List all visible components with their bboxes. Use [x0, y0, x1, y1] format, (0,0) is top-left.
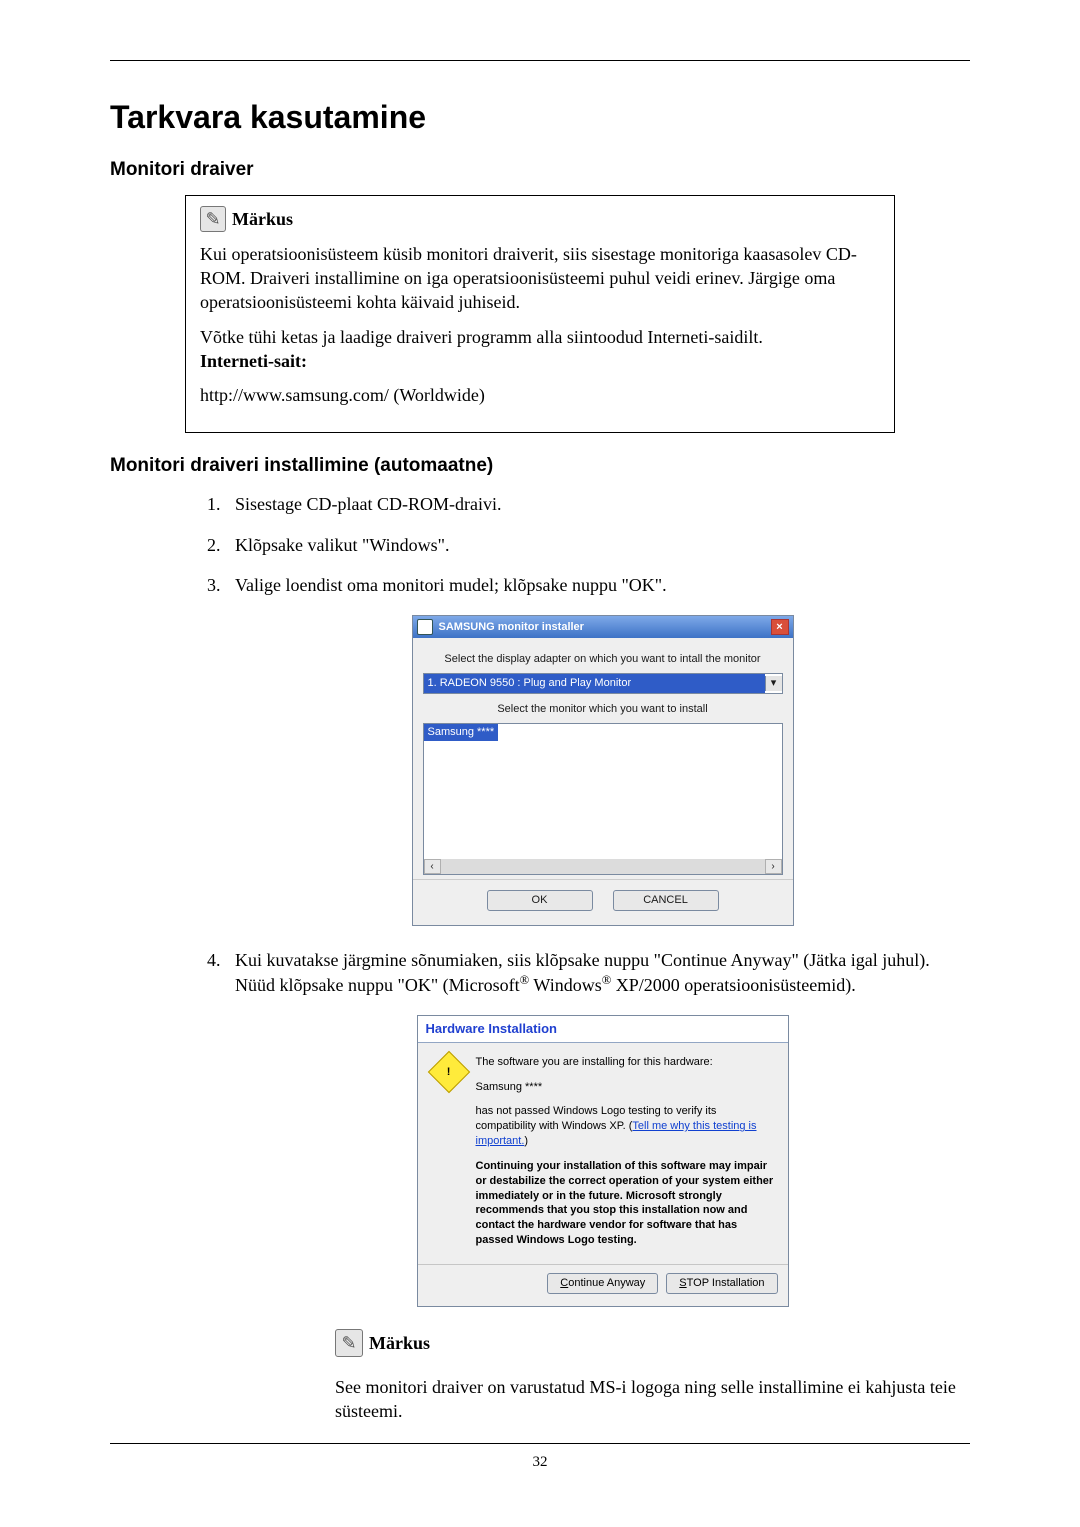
installer-titlebar: SAMSUNG monitor installer × — [413, 616, 793, 638]
hw-message: The software you are installing for this… — [476, 1055, 776, 1258]
note-icon: ✎ — [200, 206, 226, 232]
page-title: Tarkvara kasutamine — [110, 96, 970, 139]
note-paragraph-1: Kui operatsioonisüsteem küsib monitori d… — [200, 242, 880, 315]
note-p2-text: Võtke tühi ketas ja laadige draiveri pro… — [200, 327, 763, 347]
page-number: 32 — [110, 1452, 970, 1472]
step-4-text-b: Windows — [529, 975, 601, 995]
scroll-track[interactable] — [441, 859, 765, 874]
installer-label-monitor: Select the monitor which you want to ins… — [423, 702, 783, 717]
step-2: Klõpsake valikut "Windows". — [225, 533, 970, 557]
bottom-rule — [110, 1443, 970, 1444]
reg-mark-2: ® — [602, 973, 612, 987]
note-box: ✎ Märkus Kui operatsioonisüsteem küsib m… — [185, 195, 895, 433]
adapter-combo-value: 1. RADEON 9550 : Plug and Play Monitor — [424, 674, 765, 693]
hardware-installation-dialog: Hardware Installation ! The software you… — [417, 1015, 789, 1307]
installer-app-icon — [417, 619, 433, 635]
section-auto-install: Monitori draiveri installimine (automaat… — [110, 453, 970, 479]
monitor-listbox[interactable]: Samsung **** ‹ › — [423, 723, 783, 875]
internet-site-url: http://www.samsung.com/ (Worldwide) — [200, 383, 880, 407]
section-monitor-driver: Monitori draiver — [110, 157, 970, 183]
samsung-installer-dialog: SAMSUNG monitor installer × Select the d… — [412, 615, 794, 925]
step-1: Sisestage CD-plaat CD-ROM-draivi. — [225, 492, 970, 516]
ok-button[interactable]: OK — [487, 890, 593, 911]
installer-title-text: SAMSUNG monitor installer — [439, 620, 584, 635]
hw-msg-logo: has not passed Windows Logo testing to v… — [476, 1104, 776, 1149]
installer-label-adapter: Select the display adapter on which you … — [423, 652, 783, 667]
note-paragraph-2: Võtke tühi ketas ja laadige draiveri pro… — [200, 325, 880, 374]
step-4-text-c: XP/2000 operatsioonisüsteemid). — [611, 975, 855, 995]
adapter-combo[interactable]: 1. RADEON 9550 : Plug and Play Monitor ▾ — [423, 673, 783, 694]
scroll-right-icon[interactable]: › — [765, 859, 782, 874]
reg-mark-1: ® — [520, 973, 530, 987]
step-3-text: Valige loendist oma monitori mudel; klõp… — [235, 575, 667, 595]
hw-msg-line1: The software you are installing for this… — [476, 1055, 776, 1070]
step-4: Kui kuvatakse järgmine sõnumiaken, siis … — [225, 948, 970, 1424]
horizontal-scrollbar[interactable]: ‹ › — [424, 859, 782, 874]
note-2-text: See monitori draiver on varustatud MS-i … — [335, 1375, 970, 1424]
install-steps: Sisestage CD-plaat CD-ROM-draivi. Klõpsa… — [110, 492, 970, 1423]
step-3: Valige loendist oma monitori mudel; klõp… — [225, 573, 970, 926]
note-2-label: Märkus — [369, 1331, 430, 1355]
hw-msg-warning: Continuing your installation of this sof… — [476, 1159, 776, 1248]
cancel-button[interactable]: CANCEL — [613, 890, 719, 911]
close-icon[interactable]: × — [771, 619, 789, 635]
hw-titlebar: Hardware Installation — [418, 1016, 788, 1043]
warning-icon: ! — [427, 1050, 469, 1092]
top-rule — [110, 60, 970, 61]
stop-installation-button[interactable]: STOP Installation — [666, 1273, 777, 1294]
note-label: Märkus — [232, 207, 293, 231]
chevron-down-icon[interactable]: ▾ — [765, 676, 782, 691]
monitor-list-selected: Samsung **** — [424, 724, 499, 741]
hw-msg-product: Samsung **** — [476, 1080, 776, 1095]
note-2: ✎ Märkus See monitori draiver on varusta… — [335, 1329, 970, 1424]
note-icon: ✎ — [335, 1329, 363, 1357]
internet-site-label: Interneti-sait: — [200, 351, 307, 371]
continue-anyway-button[interactable]: Continue Anyway — [547, 1273, 658, 1294]
scroll-left-icon[interactable]: ‹ — [424, 859, 441, 874]
